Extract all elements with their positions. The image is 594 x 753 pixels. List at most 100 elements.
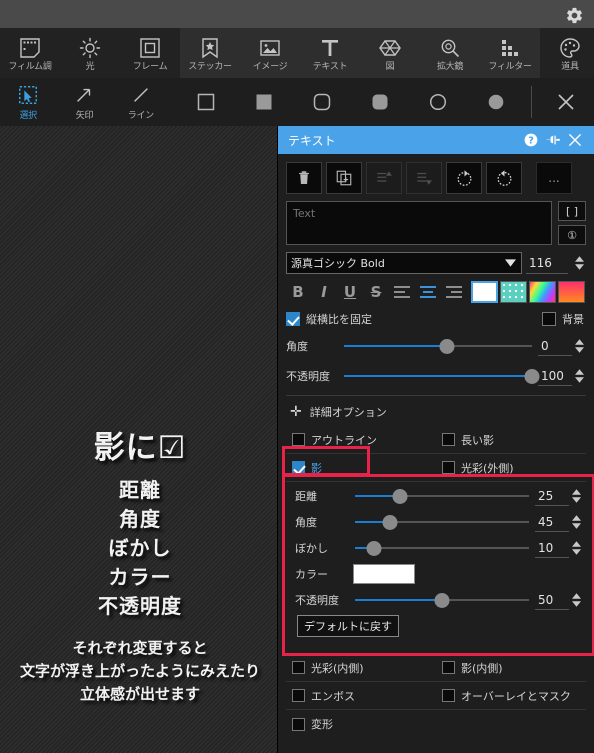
- aspect-lock-checkbox[interactable]: [286, 312, 300, 326]
- toolbar-item-text[interactable]: テキスト: [300, 28, 360, 78]
- duplicate-icon: [335, 169, 353, 187]
- toolbar-item-sticker[interactable]: ステッカー: [180, 28, 240, 78]
- more-options-button[interactable]: ...: [536, 162, 572, 194]
- sticker-icon: [198, 35, 222, 61]
- effect-checkbox[interactable]: [292, 661, 305, 674]
- rotate-left-button[interactable]: [446, 162, 482, 194]
- font-size-stepper[interactable]: [572, 252, 586, 274]
- toolbar-item-frame[interactable]: フレーム: [120, 28, 180, 78]
- toolbar-item-film[interactable]: フィルム調: [0, 28, 60, 78]
- toolbar-item-magnifier[interactable]: 拡大鏡: [420, 28, 480, 78]
- toolbar-item-light[interactable]: 光: [60, 28, 120, 78]
- effect-overlay-mask[interactable]: オーバーレイとマスク: [436, 688, 586, 704]
- opacity-stepper[interactable]: [572, 369, 586, 383]
- slider-knob[interactable]: [382, 515, 398, 530]
- subtool-line[interactable]: ライン: [113, 78, 169, 126]
- subtool-arrow[interactable]: 矢印: [56, 78, 112, 126]
- toolbar-item-image[interactable]: イメージ: [240, 28, 300, 78]
- shape-rounded-filled[interactable]: [351, 92, 409, 112]
- effect-checkbox[interactable]: [292, 433, 305, 446]
- rotate-right-button[interactable]: [486, 162, 522, 194]
- slider-knob[interactable]: [366, 541, 382, 556]
- toolbar-label: 光: [85, 62, 95, 72]
- angle-stepper[interactable]: [572, 339, 586, 353]
- effect-shadow[interactable]: 影: [286, 460, 436, 476]
- shadow-opacity-stepper[interactable]: [569, 593, 583, 607]
- effect-checkbox[interactable]: [292, 717, 305, 731]
- shadow-distance-row: 距離 25: [295, 483, 583, 509]
- swatch-orange-gradient[interactable]: [558, 281, 585, 303]
- slider-knob[interactable]: [434, 593, 450, 608]
- subtool-select[interactable]: 選択: [0, 78, 56, 126]
- bracket-button[interactable]: [ ]: [558, 201, 586, 221]
- effect-long-shadow[interactable]: 長い影: [436, 432, 586, 448]
- slider-knob[interactable]: [392, 489, 408, 504]
- effect-outer-glow[interactable]: 光彩(外側): [436, 460, 586, 476]
- shape-rounded-outline[interactable]: [293, 92, 351, 112]
- shadow-blur-slider[interactable]: [355, 540, 529, 556]
- slider-knob[interactable]: [524, 369, 540, 384]
- underline-button[interactable]: U: [338, 281, 362, 303]
- shadow-angle-stepper[interactable]: [569, 515, 583, 529]
- close-subtoolbar-button[interactable]: [538, 90, 594, 114]
- effect-checkbox[interactable]: [442, 661, 455, 674]
- shape-square-filled[interactable]: [235, 92, 293, 112]
- shadow-reset-button[interactable]: デフォルトに戻す: [297, 615, 399, 637]
- shape-square-outline[interactable]: [177, 92, 235, 112]
- swatch-rainbow-gradient[interactable]: [529, 281, 556, 303]
- opacity-slider[interactable]: [344, 368, 540, 384]
- italic-button[interactable]: I: [312, 281, 336, 303]
- effect-inner-shadow[interactable]: 影(内側): [436, 660, 586, 676]
- align-right-button[interactable]: [442, 281, 466, 303]
- bring-forward-button[interactable]: [366, 162, 402, 194]
- send-backward-button[interactable]: [406, 162, 442, 194]
- toolbar-item-shape[interactable]: 図: [360, 28, 420, 78]
- align-left-button[interactable]: [390, 281, 414, 303]
- shadow-blur-stepper[interactable]: [569, 541, 583, 555]
- shadow-opacity-slider[interactable]: [355, 592, 529, 608]
- delete-button[interactable]: [286, 162, 322, 194]
- shadow-angle-slider[interactable]: [355, 514, 529, 530]
- angle-value[interactable]: 0: [538, 337, 572, 356]
- align-center-button[interactable]: [416, 281, 440, 303]
- advanced-options-toggle[interactable]: ✛ 詳細オプション: [286, 404, 586, 420]
- background-checkbox[interactable]: [542, 312, 556, 326]
- toolbar-item-tools[interactable]: 道具: [540, 28, 594, 78]
- shadow-blur-value[interactable]: 10: [535, 539, 569, 558]
- effect-checkbox[interactable]: [442, 461, 455, 474]
- font-size-input[interactable]: 116: [526, 252, 568, 274]
- slider-knob[interactable]: [439, 339, 455, 354]
- effect-inner-glow[interactable]: 光彩(内側): [286, 660, 436, 676]
- font-family-select[interactable]: 源真ゴシック Bold: [286, 252, 522, 274]
- opacity-value[interactable]: 100: [538, 367, 572, 386]
- effect-checkbox[interactable]: [292, 689, 305, 702]
- angle-slider[interactable]: [344, 338, 532, 354]
- align-right-icon: [445, 285, 463, 299]
- toolbar-item-filter[interactable]: フィルター: [480, 28, 540, 78]
- shape-circle-outline[interactable]: [409, 92, 467, 112]
- effect-checkbox[interactable]: [442, 689, 455, 702]
- shadow-angle-value[interactable]: 45: [535, 513, 569, 532]
- duplicate-button[interactable]: [326, 162, 362, 194]
- number-circle-button[interactable]: ①: [558, 225, 586, 245]
- shadow-opacity-value[interactable]: 50: [535, 591, 569, 610]
- help-button[interactable]: ?: [520, 129, 542, 151]
- shadow-distance-stepper[interactable]: [569, 489, 583, 503]
- bold-button[interactable]: B: [286, 281, 310, 303]
- shadow-distance-slider[interactable]: [355, 488, 529, 504]
- effect-checkbox[interactable]: [442, 433, 455, 446]
- swatch-solid-white[interactable]: [471, 281, 498, 303]
- effect-transform[interactable]: 変形: [286, 716, 436, 732]
- panel-close-button[interactable]: [564, 129, 586, 151]
- shape-circle-filled[interactable]: [467, 92, 525, 112]
- effect-outline[interactable]: アウトライン: [286, 432, 436, 448]
- shadow-color-swatch[interactable]: [353, 564, 415, 584]
- shadow-distance-value[interactable]: 25: [535, 487, 569, 506]
- settings-button[interactable]: [562, 3, 586, 27]
- effect-checkbox[interactable]: [292, 461, 305, 474]
- effect-emboss[interactable]: エンボス: [286, 688, 436, 704]
- swatch-pattern[interactable]: [500, 281, 527, 303]
- text-input[interactable]: [286, 201, 552, 245]
- strikethrough-button[interactable]: S: [364, 281, 388, 303]
- pin-button[interactable]: [542, 129, 564, 151]
